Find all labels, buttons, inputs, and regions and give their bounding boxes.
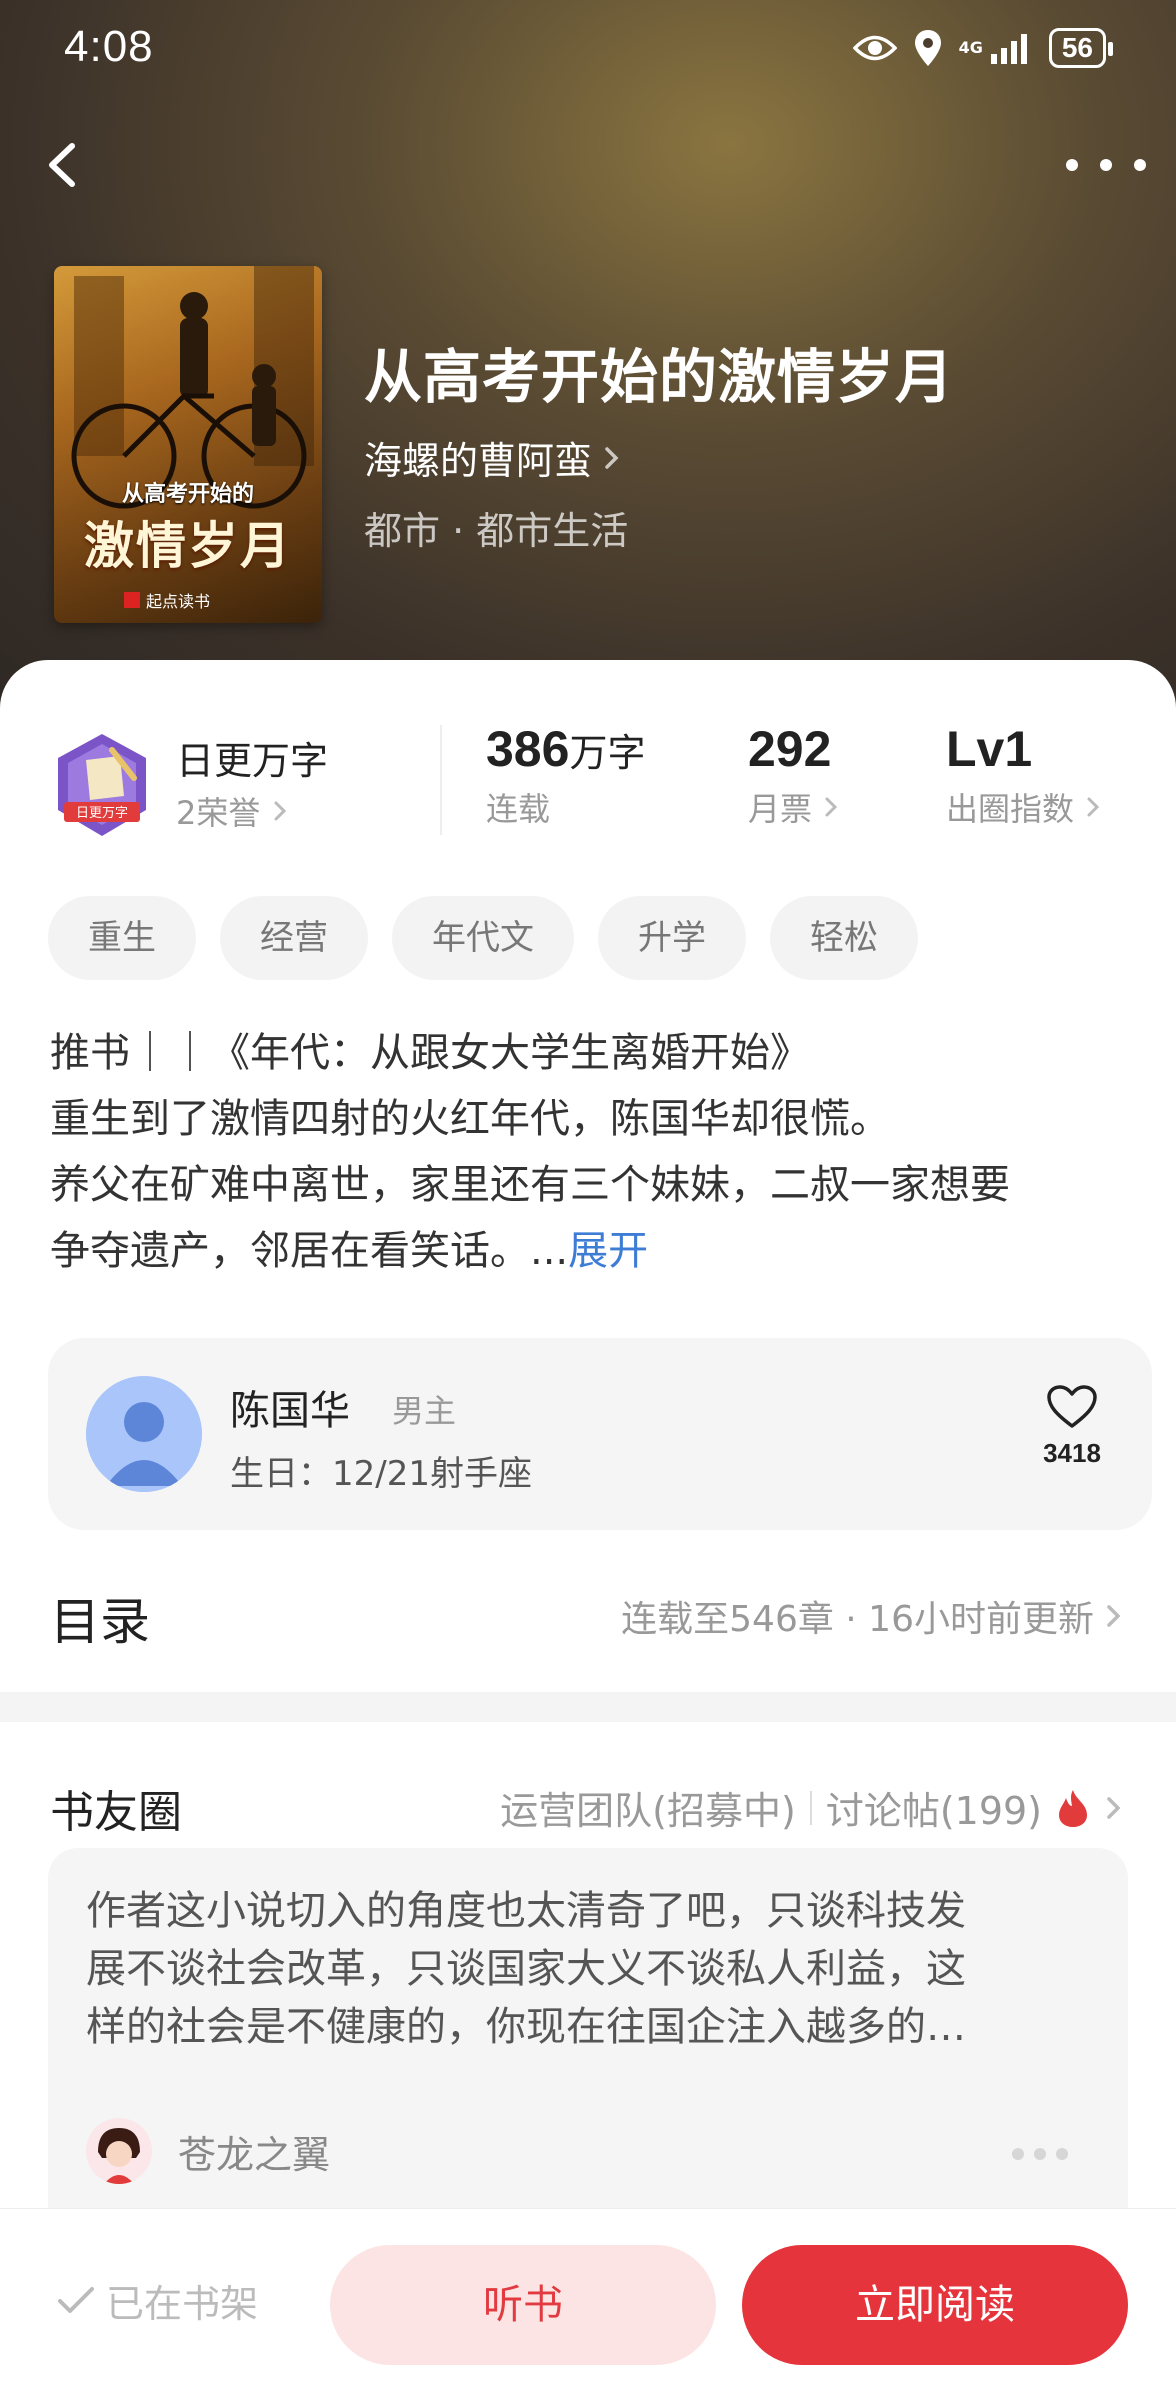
chevron-right-icon bbox=[605, 446, 619, 469]
carousel-dot bbox=[1034, 2148, 1046, 2160]
synopsis-line: 争夺遗产，邻居在看笑话。... bbox=[50, 1228, 569, 1274]
stats-divider bbox=[440, 725, 442, 835]
stat-label: 出圈指数 bbox=[946, 790, 1075, 828]
listen-button[interactable]: 听书 bbox=[330, 2245, 716, 2365]
book-cover[interactable]: 从高考开始的 激情岁月 起点读书 bbox=[54, 266, 322, 623]
stat-label: 连载 bbox=[486, 790, 551, 828]
popularity-index-stat[interactable]: Lv1 出圈指数 bbox=[946, 720, 1102, 830]
brand-logo-icon bbox=[124, 592, 140, 608]
tag-chip[interactable]: 年代文 bbox=[392, 896, 574, 980]
discussion-post-card[interactable]: 作者这小说切入的角度也太清奇了吧，只谈科技发 展不谈社会改革，只谈国家大义不谈私… bbox=[48, 1848, 1128, 2208]
in-bookshelf-label: 已在书架 bbox=[106, 2282, 259, 2326]
tag-chip[interactable]: 升学 bbox=[598, 896, 746, 980]
carousel-dot bbox=[1056, 2148, 1068, 2160]
honor-count[interactable]: 2荣誉 bbox=[176, 788, 289, 834]
cover-subtitle: 从高考开始的 bbox=[121, 482, 254, 507]
check-icon bbox=[58, 2286, 94, 2313]
tag-chip[interactable]: 重生 bbox=[48, 896, 196, 980]
post-line: 作者这小说切入的角度也太清奇了吧，只谈科技发 bbox=[86, 1888, 966, 1934]
dot-icon bbox=[1100, 159, 1112, 171]
chevron-right-icon bbox=[825, 797, 838, 817]
character-name: 陈国华 bbox=[230, 1388, 350, 1434]
chevron-right-icon bbox=[274, 801, 286, 821]
operation-team-link[interactable]: 运营团队(招募中) bbox=[500, 1780, 796, 1835]
read-now-button[interactable]: 立即阅读 bbox=[742, 2245, 1128, 2365]
honor-title[interactable]: 日更万字 bbox=[176, 730, 328, 785]
cover-brand: 起点读书 bbox=[124, 588, 210, 612]
character-birthday: 生日：12/21射手座 bbox=[230, 1454, 532, 1494]
tag-chip[interactable]: 轻松 bbox=[770, 896, 918, 980]
word-count-stat: 386万字 连载 bbox=[486, 720, 645, 830]
chevron-right-icon bbox=[1087, 797, 1100, 817]
status-time: 4:08 bbox=[64, 22, 154, 71]
author-link[interactable]: 海螺的曹阿蛮 bbox=[364, 430, 622, 485]
chevron-right-icon[interactable] bbox=[1104, 1793, 1124, 1823]
circle-title[interactable]: 书友圈 bbox=[50, 1776, 182, 1840]
signal-icon bbox=[990, 34, 1027, 64]
heart-icon bbox=[1047, 1385, 1097, 1428]
cover-title: 激情岁月 bbox=[84, 516, 292, 575]
book-header: 4:08 4G 56 从高考开始的 激情岁月 起点读书 从高考开始的激情岁月 海… bbox=[0, 0, 1176, 720]
dot-icon bbox=[1066, 159, 1078, 171]
character-card[interactable]: 陈国华 男主 生日：12/21射手座 3418 bbox=[48, 1338, 1152, 1530]
synopsis-line: 推书｜｜《年代：从跟女大学生离婚开始》 bbox=[50, 1030, 810, 1076]
user-avatar[interactable] bbox=[86, 2118, 152, 2184]
tag-chip[interactable]: 经营 bbox=[220, 896, 368, 980]
discussion-posts-link[interactable]: 讨论帖(199) bbox=[826, 1780, 1042, 1835]
synopsis-line: 重生到了激情四射的火红年代，陈国华却很慌。 bbox=[50, 1096, 890, 1142]
carousel-indicator bbox=[1012, 2148, 1068, 2160]
stat-unit: 万字 bbox=[569, 731, 646, 775]
tag-list: 重生 经营 年代文 升学 轻松 bbox=[48, 896, 918, 980]
back-button[interactable] bbox=[28, 130, 98, 200]
post-username[interactable]: 苍龙之翼 bbox=[178, 2124, 330, 2179]
toc-title[interactable]: 目录 bbox=[50, 1582, 150, 1654]
more-options-button[interactable] bbox=[1066, 140, 1146, 190]
status-icons: 4G 56 bbox=[852, 28, 1114, 68]
location-icon bbox=[914, 30, 941, 66]
expand-link[interactable]: 展开 bbox=[568, 1228, 648, 1274]
post-content: 作者这小说切入的角度也太清奇了吧，只谈科技发 展不谈社会改革，只谈国家大义不谈私… bbox=[86, 1882, 1090, 2056]
author-name: 海螺的曹阿蛮 bbox=[364, 439, 593, 483]
fire-icon bbox=[1059, 1789, 1087, 1827]
monthly-ticket-stat[interactable]: 292 月票 bbox=[748, 720, 840, 830]
character-avatar bbox=[86, 1376, 202, 1492]
circle-links: 运营团队(招募中) 讨论帖(199) bbox=[500, 1780, 1124, 1835]
synopsis: 推书｜｜《年代：从跟女大学生离婚开始》 重生到了激情四射的火红年代，陈国华却很慌… bbox=[50, 1020, 1130, 1284]
toc-update-info: 连载至546章 · 16小时前更新 bbox=[621, 1599, 1094, 1640]
honor-count-label: 2荣誉 bbox=[176, 794, 261, 832]
eye-icon bbox=[852, 35, 897, 61]
stat-label: 月票 bbox=[748, 790, 813, 828]
carousel-dot bbox=[1012, 2148, 1024, 2160]
stat-value: 292 bbox=[748, 721, 832, 777]
cover-brand-label: 起点读书 bbox=[146, 592, 211, 611]
synopsis-line: 养父在矿难中离世，家里还有三个妹妹，二叔一家想要 bbox=[50, 1162, 1010, 1208]
link-separator bbox=[809, 1790, 812, 1825]
section-divider bbox=[0, 1692, 1176, 1722]
status-bar: 4:08 4G 56 bbox=[0, 0, 1176, 100]
character-role: 男主 bbox=[392, 1392, 457, 1430]
toc-info[interactable]: 连载至546章 · 16小时前更新 bbox=[621, 1590, 1124, 1642]
honor-badge-icon[interactable]: 日更万字 bbox=[50, 730, 154, 840]
stat-value: 386 bbox=[486, 721, 570, 777]
like-count: 3418 bbox=[1043, 1438, 1101, 1468]
stat-value: Lv1 bbox=[946, 721, 1033, 777]
post-line: 展不谈社会改革，只谈国家大义不谈私人利益，这 bbox=[86, 1946, 966, 1992]
dot-icon bbox=[1134, 159, 1146, 171]
bottom-action-bar: 已在书架 听书 立即阅读 bbox=[0, 2208, 1176, 2400]
character-like-button[interactable]: 3418 bbox=[1032, 1384, 1112, 1469]
book-genre: 都市 · 都市生活 bbox=[364, 509, 629, 553]
badge-text: 日更万字 bbox=[76, 806, 128, 821]
book-detail-card: 日更万字 日更万字 2荣誉 386万字 连载 292 月票 Lv1 出圈指数 重… bbox=[0, 660, 1176, 1692]
chevron-right-icon bbox=[1107, 1605, 1121, 1627]
post-line: 样的社会是不健康的，你现在往国企注入越多的… bbox=[86, 2004, 966, 2050]
book-title: 从高考开始的激情岁月 bbox=[364, 343, 955, 411]
network-label: 4G bbox=[958, 38, 983, 57]
battery-indicator: 56 bbox=[1048, 28, 1114, 68]
in-bookshelf-button[interactable]: 已在书架 bbox=[56, 2273, 258, 2328]
